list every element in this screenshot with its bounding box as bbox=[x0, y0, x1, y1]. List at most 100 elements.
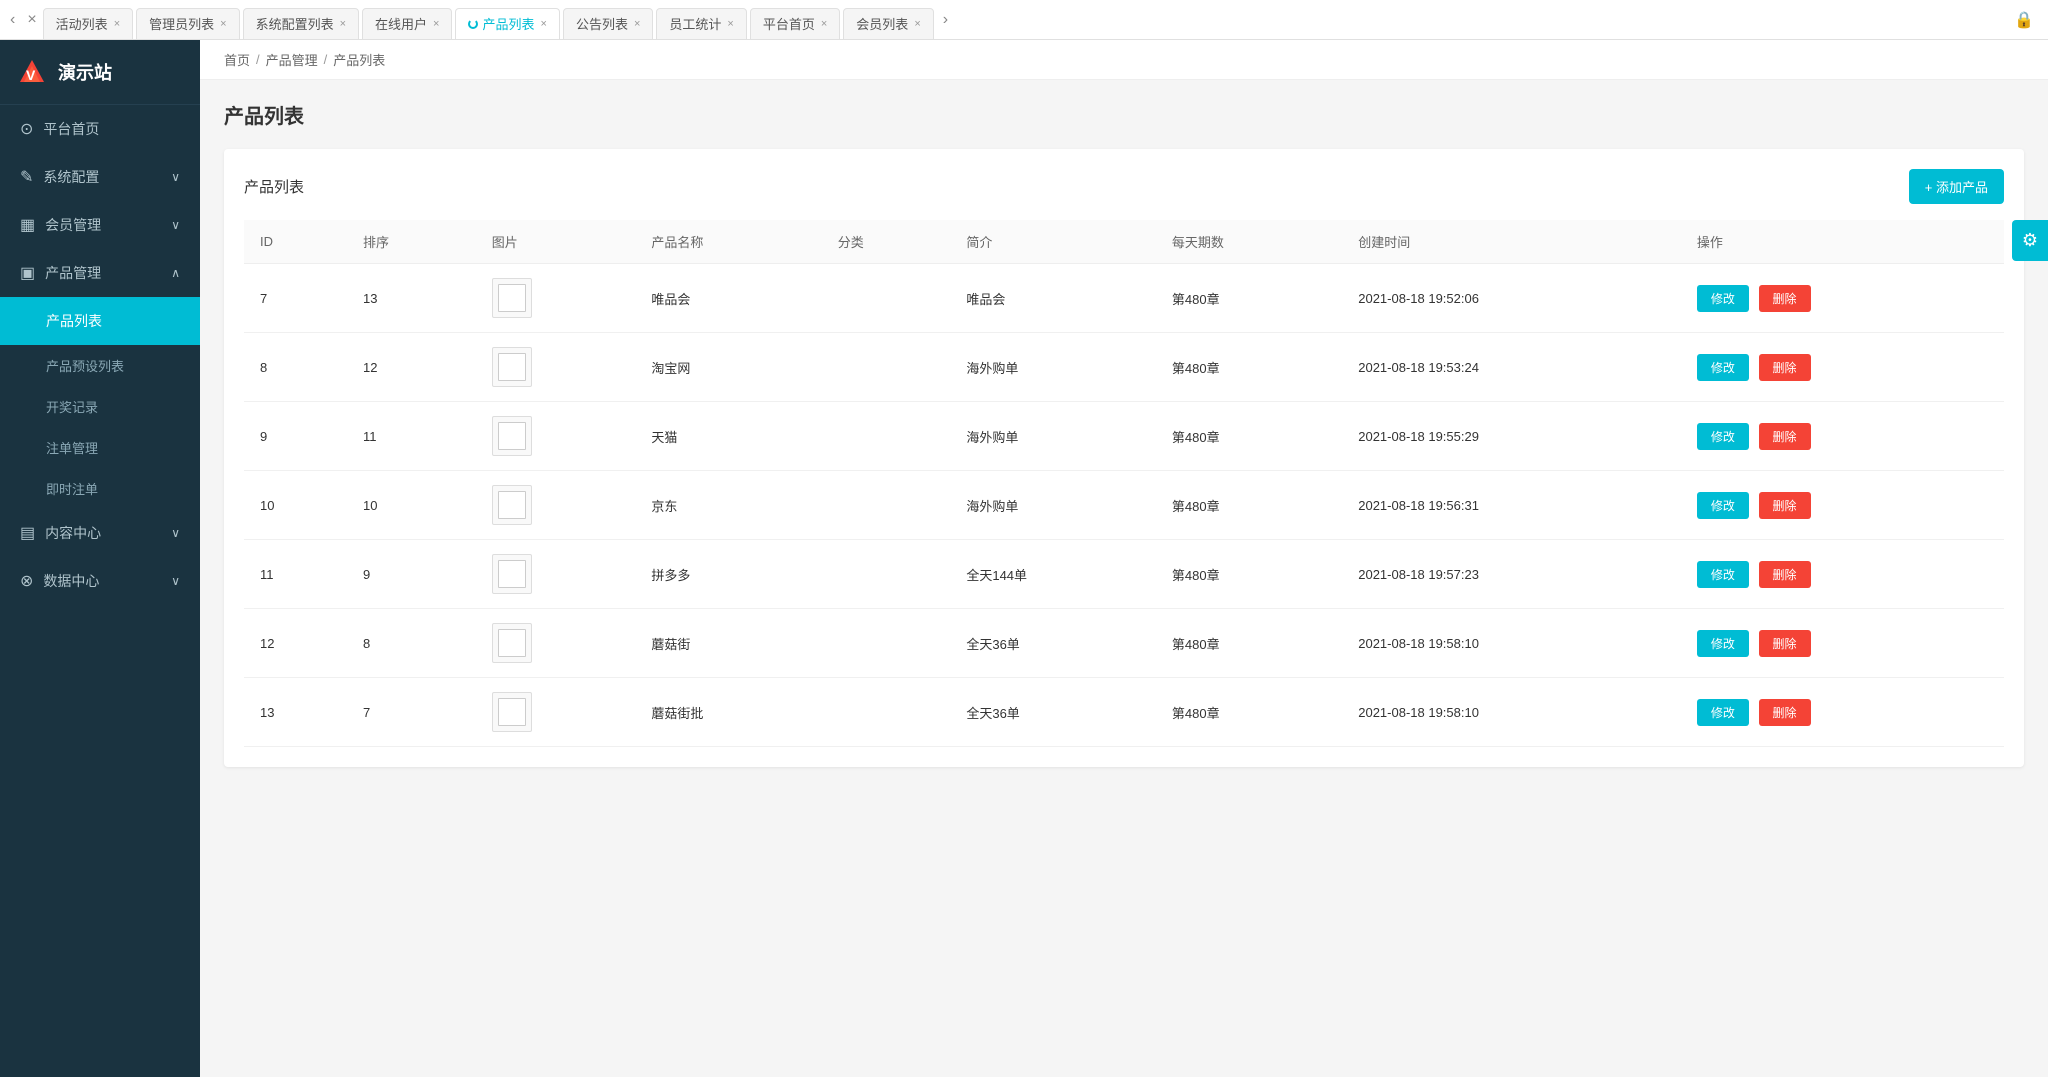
delete-button[interactable]: 删除 bbox=[1759, 423, 1811, 450]
edit-button[interactable]: 修改 bbox=[1697, 561, 1749, 588]
tab-online-users[interactable]: 在线用户 × bbox=[362, 8, 452, 40]
delete-button[interactable]: 删除 bbox=[1759, 492, 1811, 519]
cell-category bbox=[822, 678, 951, 747]
tab-announcement-list-close[interactable]: × bbox=[634, 18, 640, 30]
cell-created: 2021-08-18 19:58:10 bbox=[1342, 678, 1681, 747]
edit-button[interactable]: 修改 bbox=[1697, 285, 1749, 312]
tab-platform-home-label: 平台首页 bbox=[763, 14, 815, 33]
cell-sort: 13 bbox=[347, 264, 476, 333]
tab-activity-list-label: 活动列表 bbox=[56, 14, 108, 33]
sidebar-item-content-center[interactable]: ▤ 内容中心 ∨ bbox=[0, 509, 200, 557]
edit-button[interactable]: 修改 bbox=[1697, 630, 1749, 657]
tab-online-users-close[interactable]: × bbox=[433, 18, 439, 30]
tab-employee-stats-close[interactable]: × bbox=[727, 18, 733, 30]
add-product-button[interactable]: + 添加产品 bbox=[1909, 169, 2004, 204]
cell-name: 蘑菇街 bbox=[635, 609, 821, 678]
tab-product-list[interactable]: 产品列表 × bbox=[455, 8, 559, 40]
cell-created: 2021-08-18 19:52:06 bbox=[1342, 264, 1681, 333]
cell-desc: 全天36单 bbox=[950, 678, 1156, 747]
cell-actions: 修改 删除 bbox=[1681, 678, 2004, 747]
table-row: 8 12 淘宝网 海外购单 第480章 2021-08-18 19:53:24 … bbox=[244, 333, 2004, 402]
cell-created: 2021-08-18 19:53:24 bbox=[1342, 333, 1681, 402]
sidebar-item-product-list[interactable]: 产品列表 bbox=[0, 297, 200, 345]
gear-settings-button[interactable]: ⚙ bbox=[2012, 220, 2048, 261]
tab-system-config-close[interactable]: × bbox=[340, 18, 346, 30]
cell-category bbox=[822, 471, 951, 540]
tab-system-config[interactable]: 系统配置列表 × bbox=[243, 8, 359, 40]
product-image-placeholder bbox=[492, 485, 532, 525]
col-created: 创建时间 bbox=[1342, 220, 1681, 264]
tab-platform-home-close[interactable]: × bbox=[821, 18, 827, 30]
tab-bar: ‹ × 活动列表 × 管理员列表 × 系统配置列表 × 在线用户 × 产品列表 … bbox=[0, 0, 2048, 40]
cell-image bbox=[476, 333, 636, 402]
cell-desc: 海外购单 bbox=[950, 402, 1156, 471]
sidebar-logo: V 演示站 bbox=[0, 40, 200, 105]
table-header: ID 排序 图片 产品名称 分类 简介 每天期数 创建时间 操作 bbox=[244, 220, 2004, 264]
sidebar-item-data-center[interactable]: ⊗ 数据中心 ∨ bbox=[0, 557, 200, 605]
sidebar-item-member-management[interactable]: ▦ 会员管理 ∨ bbox=[0, 201, 200, 249]
tab-announcement-list[interactable]: 公告列表 × bbox=[563, 8, 653, 40]
sidebar-item-product-management[interactable]: ▣ 产品管理 ∧ bbox=[0, 249, 200, 297]
delete-button[interactable]: 删除 bbox=[1759, 699, 1811, 726]
tab-product-list-spinner bbox=[468, 19, 478, 29]
tab-close-all-button[interactable]: × bbox=[21, 0, 42, 40]
tab-platform-home[interactable]: 平台首页 × bbox=[750, 8, 840, 40]
config-icon: ✎ bbox=[20, 167, 33, 187]
page-title: 产品列表 bbox=[224, 100, 2024, 129]
edit-button[interactable]: 修改 bbox=[1697, 492, 1749, 519]
cell-id: 12 bbox=[244, 609, 347, 678]
table-row: 9 11 天猫 海外购单 第480章 2021-08-18 19:55:29 修… bbox=[244, 402, 2004, 471]
cell-image bbox=[476, 678, 636, 747]
cell-period: 第480章 bbox=[1156, 333, 1342, 402]
sidebar-item-platform-home[interactable]: ⊙ 平台首页 bbox=[0, 105, 200, 153]
cell-created: 2021-08-18 19:56:31 bbox=[1342, 471, 1681, 540]
tab-next-button[interactable]: › bbox=[937, 0, 954, 40]
sidebar-item-order-management[interactable]: 注单管理 bbox=[0, 427, 200, 468]
tab-admin-list[interactable]: 管理员列表 × bbox=[136, 8, 239, 40]
chevron-down-icon-4: ∨ bbox=[171, 574, 180, 588]
main-layout: V 演示站 ⊙ 平台首页 ✎ 系统配置 ∨ ▦ 会员管理 ∨ bbox=[0, 40, 2048, 1077]
col-desc: 简介 bbox=[950, 220, 1156, 264]
cell-desc: 唯品会 bbox=[950, 264, 1156, 333]
breadcrumb-home[interactable]: 首页 bbox=[224, 50, 250, 69]
delete-button[interactable]: 删除 bbox=[1759, 354, 1811, 381]
data-icon: ⊗ bbox=[20, 571, 33, 591]
tab-employee-stats[interactable]: 员工统计 × bbox=[656, 8, 746, 40]
cell-name: 唯品会 bbox=[635, 264, 821, 333]
sidebar-item-product-preview[interactable]: 产品预设列表 bbox=[0, 345, 200, 386]
cell-sort: 9 bbox=[347, 540, 476, 609]
cell-image bbox=[476, 609, 636, 678]
sidebar-item-lottery-records[interactable]: 开奖记录 bbox=[0, 386, 200, 427]
sidebar-item-instant-order[interactable]: 即时注单 bbox=[0, 468, 200, 509]
edit-button[interactable]: 修改 bbox=[1697, 423, 1749, 450]
tab-admin-list-close[interactable]: × bbox=[220, 18, 226, 30]
table-row: 10 10 京东 海外购单 第480章 2021-08-18 19:56:31 … bbox=[244, 471, 2004, 540]
chevron-down-icon: ∨ bbox=[171, 170, 180, 184]
cell-id: 9 bbox=[244, 402, 347, 471]
edit-button[interactable]: 修改 bbox=[1697, 354, 1749, 381]
tab-product-list-label: 产品列表 bbox=[482, 14, 534, 33]
delete-button[interactable]: 删除 bbox=[1759, 630, 1811, 657]
cell-period: 第480章 bbox=[1156, 402, 1342, 471]
sidebar-item-system-config[interactable]: ✎ 系统配置 ∨ bbox=[0, 153, 200, 201]
delete-button[interactable]: 删除 bbox=[1759, 561, 1811, 588]
edit-button[interactable]: 修改 bbox=[1697, 699, 1749, 726]
cell-image bbox=[476, 264, 636, 333]
delete-button[interactable]: 删除 bbox=[1759, 285, 1811, 312]
breadcrumb-product-management[interactable]: 产品管理 bbox=[266, 50, 318, 69]
cell-category bbox=[822, 609, 951, 678]
tab-member-list-label: 会员列表 bbox=[856, 14, 908, 33]
tab-member-list[interactable]: 会员列表 × bbox=[843, 8, 933, 40]
cell-id: 8 bbox=[244, 333, 347, 402]
cell-sort: 11 bbox=[347, 402, 476, 471]
tab-member-list-close[interactable]: × bbox=[914, 18, 920, 30]
product-image-placeholder bbox=[492, 347, 532, 387]
tab-activity-list-close[interactable]: × bbox=[114, 18, 120, 30]
table-row: 12 8 蘑菇街 全天36单 第480章 2021-08-18 19:58:10… bbox=[244, 609, 2004, 678]
product-image-placeholder bbox=[492, 623, 532, 663]
lock-icon: 🔒 bbox=[2004, 10, 2044, 30]
tab-activity-list[interactable]: 活动列表 × bbox=[43, 8, 133, 40]
tab-prev-button[interactable]: ‹ bbox=[4, 0, 21, 40]
cell-id: 13 bbox=[244, 678, 347, 747]
tab-product-list-close[interactable]: × bbox=[541, 18, 547, 30]
